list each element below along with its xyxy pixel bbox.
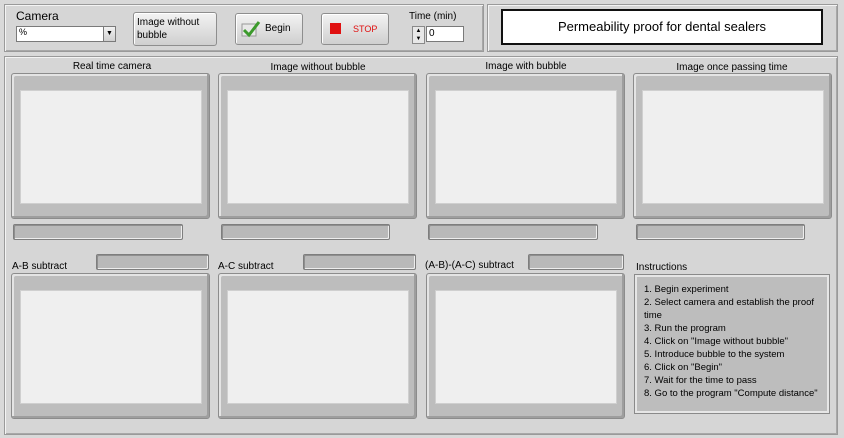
ab-ac-subtract-display [426, 273, 625, 419]
status-bar-with-bubble [428, 224, 598, 240]
image-without-bubble-label: Image without bubble [137, 17, 200, 41]
stepper-arrows-icon[interactable]: ▲ ▼ [412, 26, 425, 44]
instruction-step: 5. Introduce bubble to the system [644, 349, 785, 360]
caption-image-once-passing-time: Image once passing time [676, 62, 788, 73]
camera-prefix: % [19, 27, 28, 37]
instruction-step: 8. Go to the program "Compute distance" [644, 388, 818, 399]
page-title: Permeability proof for dental sealers [557, 19, 767, 34]
time-input[interactable]: 0 [426, 26, 464, 42]
stop-label: STOP [353, 24, 378, 34]
caption-image-without-bubble: Image without bubble [270, 62, 366, 73]
caption-image-with-bubble: Image with bubble [485, 61, 567, 72]
real-time-camera-display [11, 73, 210, 219]
check-icon [241, 20, 261, 38]
stop-button[interactable]: STOP [321, 13, 389, 45]
image-once-passing-time-display [633, 73, 832, 219]
caption-a-c-subtract: A-C subtract [218, 261, 274, 272]
ab-ac-screen [435, 290, 617, 404]
caption-a-b-subtract: A-B subtract [12, 261, 68, 272]
camera-select[interactable]: % ▼ [16, 26, 116, 42]
image-with-bubble-display [426, 73, 625, 219]
instruction-step: 7. Wait for the time to pass [644, 375, 757, 386]
instruction-step: 4. Click on "Image without bubble" [644, 336, 789, 347]
caption-real-time-camera: Real time camera [72, 61, 152, 72]
image-once-passing-time-screen [642, 90, 824, 204]
instructions-box: 1. Begin experiment 2. Select camera and… [634, 274, 830, 414]
status-bar-a-c [303, 254, 416, 270]
instructions-text: 1. Begin experiment 2. Select camera and… [644, 283, 820, 400]
a-b-screen [20, 290, 202, 404]
time-stepper[interactable]: ▲ ▼ 0 [412, 26, 464, 44]
stop-icon [330, 23, 341, 34]
status-bar-passing-time [636, 224, 805, 240]
status-bar-a-b [96, 254, 209, 270]
instructions-title: Instructions [636, 262, 688, 273]
a-c-subtract-display [218, 273, 417, 419]
image-with-bubble-screen [435, 90, 617, 204]
chevron-down-icon[interactable]: ▼ [103, 27, 115, 41]
a-c-screen [227, 290, 409, 404]
image-without-bubble-display [218, 73, 417, 219]
instruction-step: 3. Run the program [644, 323, 726, 334]
instruction-step: 6. Click on "Begin" [644, 362, 723, 373]
a-b-subtract-display [11, 273, 210, 419]
begin-label: Begin [265, 23, 291, 34]
camera-label: Camera [16, 9, 59, 23]
status-bar-ab-ac [528, 254, 624, 270]
status-bar-without-bubble [221, 224, 390, 240]
instruction-step: 1. Begin experiment [644, 284, 729, 295]
image-without-bubble-button[interactable]: Image without bubble [133, 12, 217, 46]
status-bar-camera [13, 224, 183, 240]
camera-screen [20, 90, 202, 204]
image-without-bubble-screen [227, 90, 409, 204]
time-label: Time (min) [409, 11, 457, 22]
caption-ab-ac-subtract: (A-B)-(A-C) subtract [425, 260, 514, 271]
begin-button[interactable]: Begin [235, 13, 303, 45]
instruction-step: 2. Select camera and establish the proof… [644, 297, 815, 321]
